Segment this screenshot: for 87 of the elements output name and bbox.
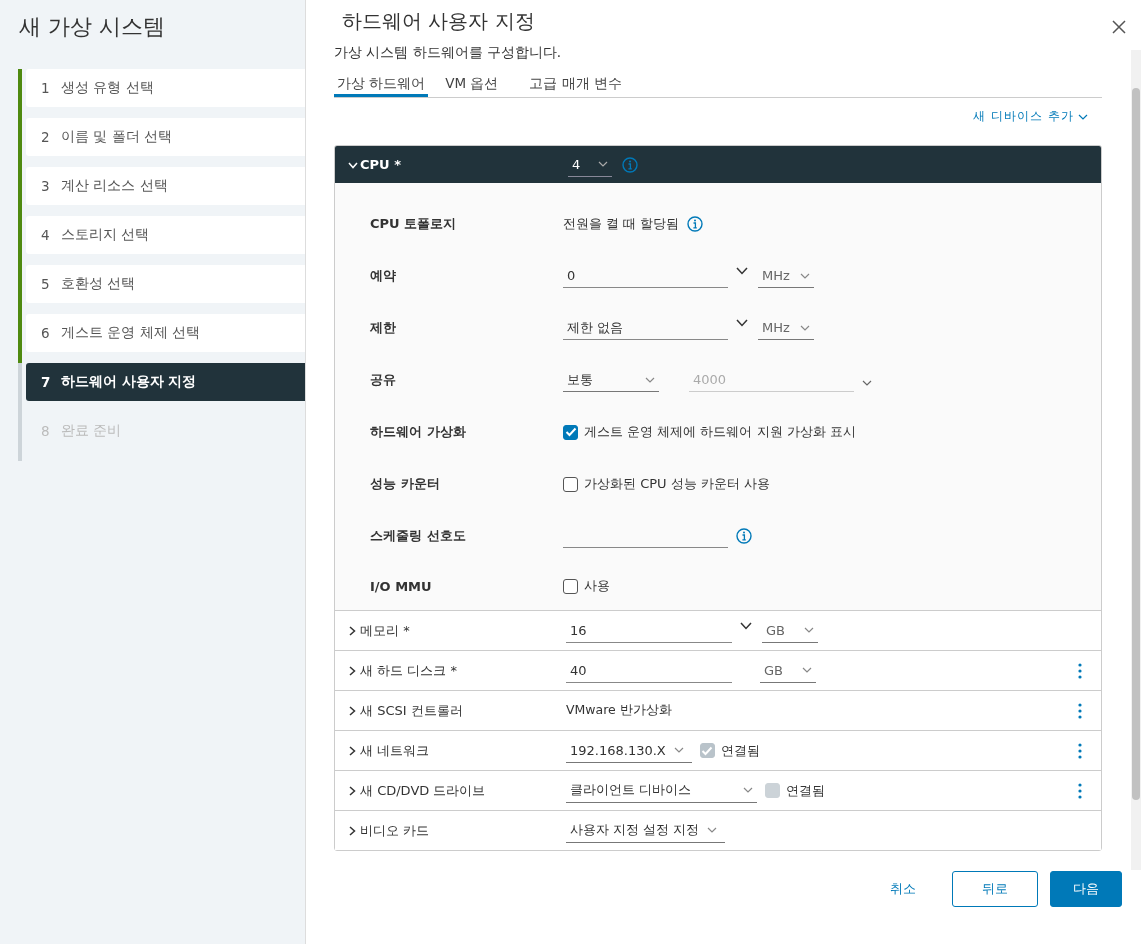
- select-field[interactable]: 클라이언트 디바이스: [566, 778, 757, 803]
- device-label: 새 SCSI 컨트롤러: [360, 701, 463, 720]
- tab[interactable]: VM 옵션: [442, 69, 513, 97]
- select-field[interactable]: GB: [760, 658, 816, 683]
- chevron-right-icon[interactable]: [347, 825, 357, 836]
- section-label: CPU *: [360, 157, 401, 172]
- chevron-down-icon[interactable]: [736, 319, 748, 327]
- info-icon[interactable]: [736, 528, 752, 544]
- checkbox[interactable]: [563, 424, 578, 440]
- select-field[interactable]: 사용자 지정 설정 지정: [566, 818, 726, 843]
- more-options-icon[interactable]: [1078, 702, 1082, 719]
- device-label: 새 네트워크: [360, 741, 430, 760]
- more-options-icon[interactable]: [1078, 662, 1082, 679]
- device-label: 새 CD/DVD 드라이브: [360, 781, 486, 800]
- scrollbar[interactable]: [1131, 50, 1141, 870]
- wizard-step[interactable]: 5 호환성 선택: [26, 265, 305, 303]
- select-field[interactable]: 4: [568, 152, 612, 177]
- caret-icon: [802, 667, 812, 673]
- chevron-right-icon[interactable]: [347, 625, 357, 636]
- checkbox-label: 연결됨: [720, 741, 760, 760]
- device-label: 비디오 카드: [360, 821, 430, 840]
- input-field[interactable]: 40: [566, 658, 732, 683]
- tab[interactable]: 고급 매개 변수: [526, 69, 637, 97]
- more-options-icon[interactable]: [1078, 782, 1082, 799]
- back-button[interactable]: 뒤로: [952, 871, 1038, 907]
- checkbox-label: 게스트 운영 체제에 하드웨어 지원 가상화 표시: [584, 423, 856, 441]
- select-field[interactable]: MHz: [758, 316, 814, 340]
- input-field[interactable]: 16: [566, 618, 732, 643]
- caret-icon: [804, 627, 814, 633]
- setting-label: 공유: [370, 371, 397, 389]
- setting-label: CPU 토폴로지: [370, 215, 458, 233]
- caret-icon: [673, 747, 684, 753]
- caret-icon: [645, 376, 655, 383]
- caret-icon: [800, 324, 810, 331]
- chevron-right-icon[interactable]: [347, 785, 357, 796]
- page-title: 하드웨어 사용자 지정: [342, 8, 535, 35]
- caret-icon: [862, 380, 872, 386]
- input-field[interactable]: 제한 없음: [563, 316, 728, 340]
- info-icon[interactable]: [622, 156, 638, 173]
- chevron-right-icon[interactable]: [347, 665, 357, 676]
- setting-value: 전원을 켤 때 할당됨: [563, 215, 680, 233]
- device-label: 새 하드 디스크 *: [360, 661, 457, 680]
- checkbox[interactable]: [563, 476, 578, 492]
- wizard-step[interactable]: 7 하드웨어 사용자 지정: [26, 363, 305, 401]
- input-field: 4000: [689, 368, 854, 392]
- setting-label: 성능 카운터: [370, 475, 441, 493]
- wizard-title: 새 가상 시스템: [19, 13, 165, 41]
- wizard-step[interactable]: 2 이름 및 폴더 선택: [26, 118, 305, 156]
- setting-label: 예약: [370, 267, 397, 285]
- select-field[interactable]: MHz: [758, 264, 814, 288]
- input-field[interactable]: 0: [563, 264, 728, 288]
- wizard-step[interactable]: 1 생성 유형 선택: [26, 69, 305, 107]
- select-field[interactable]: 192.168.130.X: [566, 738, 692, 763]
- caret-icon: [1078, 114, 1088, 120]
- checkbox-label: 사용: [584, 577, 610, 595]
- caret-icon: [743, 787, 753, 793]
- wizard-step[interactable]: 4 스토리지 선택: [26, 216, 305, 254]
- page-subtitle: 가상 시스템 하드웨어를 구성합니다.: [334, 44, 563, 62]
- caret-icon: [707, 827, 718, 833]
- checkbox-label: 가상화된 CPU 성능 카운터 사용: [584, 475, 770, 493]
- wizard-step[interactable]: 3 계산 리소스 선택: [26, 167, 305, 205]
- close-icon[interactable]: [1112, 20, 1126, 34]
- setting-label: 스케줄링 선호도: [370, 527, 467, 545]
- select-field[interactable]: GB: [762, 618, 818, 643]
- setting-label: I/O MMU: [370, 578, 433, 594]
- info-icon[interactable]: [687, 216, 704, 232]
- device-value: VMware 반가상화: [566, 702, 672, 719]
- cancel-button[interactable]: 취소: [872, 871, 934, 907]
- checkbox[interactable]: [563, 578, 578, 594]
- chevron-down-icon[interactable]: [740, 621, 752, 630]
- more-options-icon[interactable]: [1078, 742, 1082, 759]
- next-button[interactable]: 다음: [1050, 871, 1122, 907]
- add-device-link[interactable]: 새 디바이스 추가: [973, 98, 1102, 145]
- chevron-right-icon[interactable]: [347, 705, 357, 716]
- device-label: 메모리 *: [360, 621, 410, 640]
- chevron-right-icon[interactable]: [347, 745, 357, 756]
- setting-label: 제한: [370, 319, 397, 337]
- wizard-step: 8 완료 준비: [26, 412, 305, 450]
- caret-icon: [800, 272, 810, 279]
- caret-icon: [598, 161, 608, 167]
- tab[interactable]: 가상 하드웨어: [334, 69, 429, 97]
- checkbox-label: 연결됨: [786, 781, 825, 800]
- scrollbar-thumb[interactable]: [1132, 88, 1140, 800]
- wizard-step[interactable]: 6 게스트 운영 체제 선택: [26, 314, 305, 352]
- setting-label: 하드웨어 가상화: [370, 423, 467, 441]
- select-field[interactable]: 보통: [563, 368, 659, 392]
- chevron-down-icon[interactable]: [736, 267, 748, 275]
